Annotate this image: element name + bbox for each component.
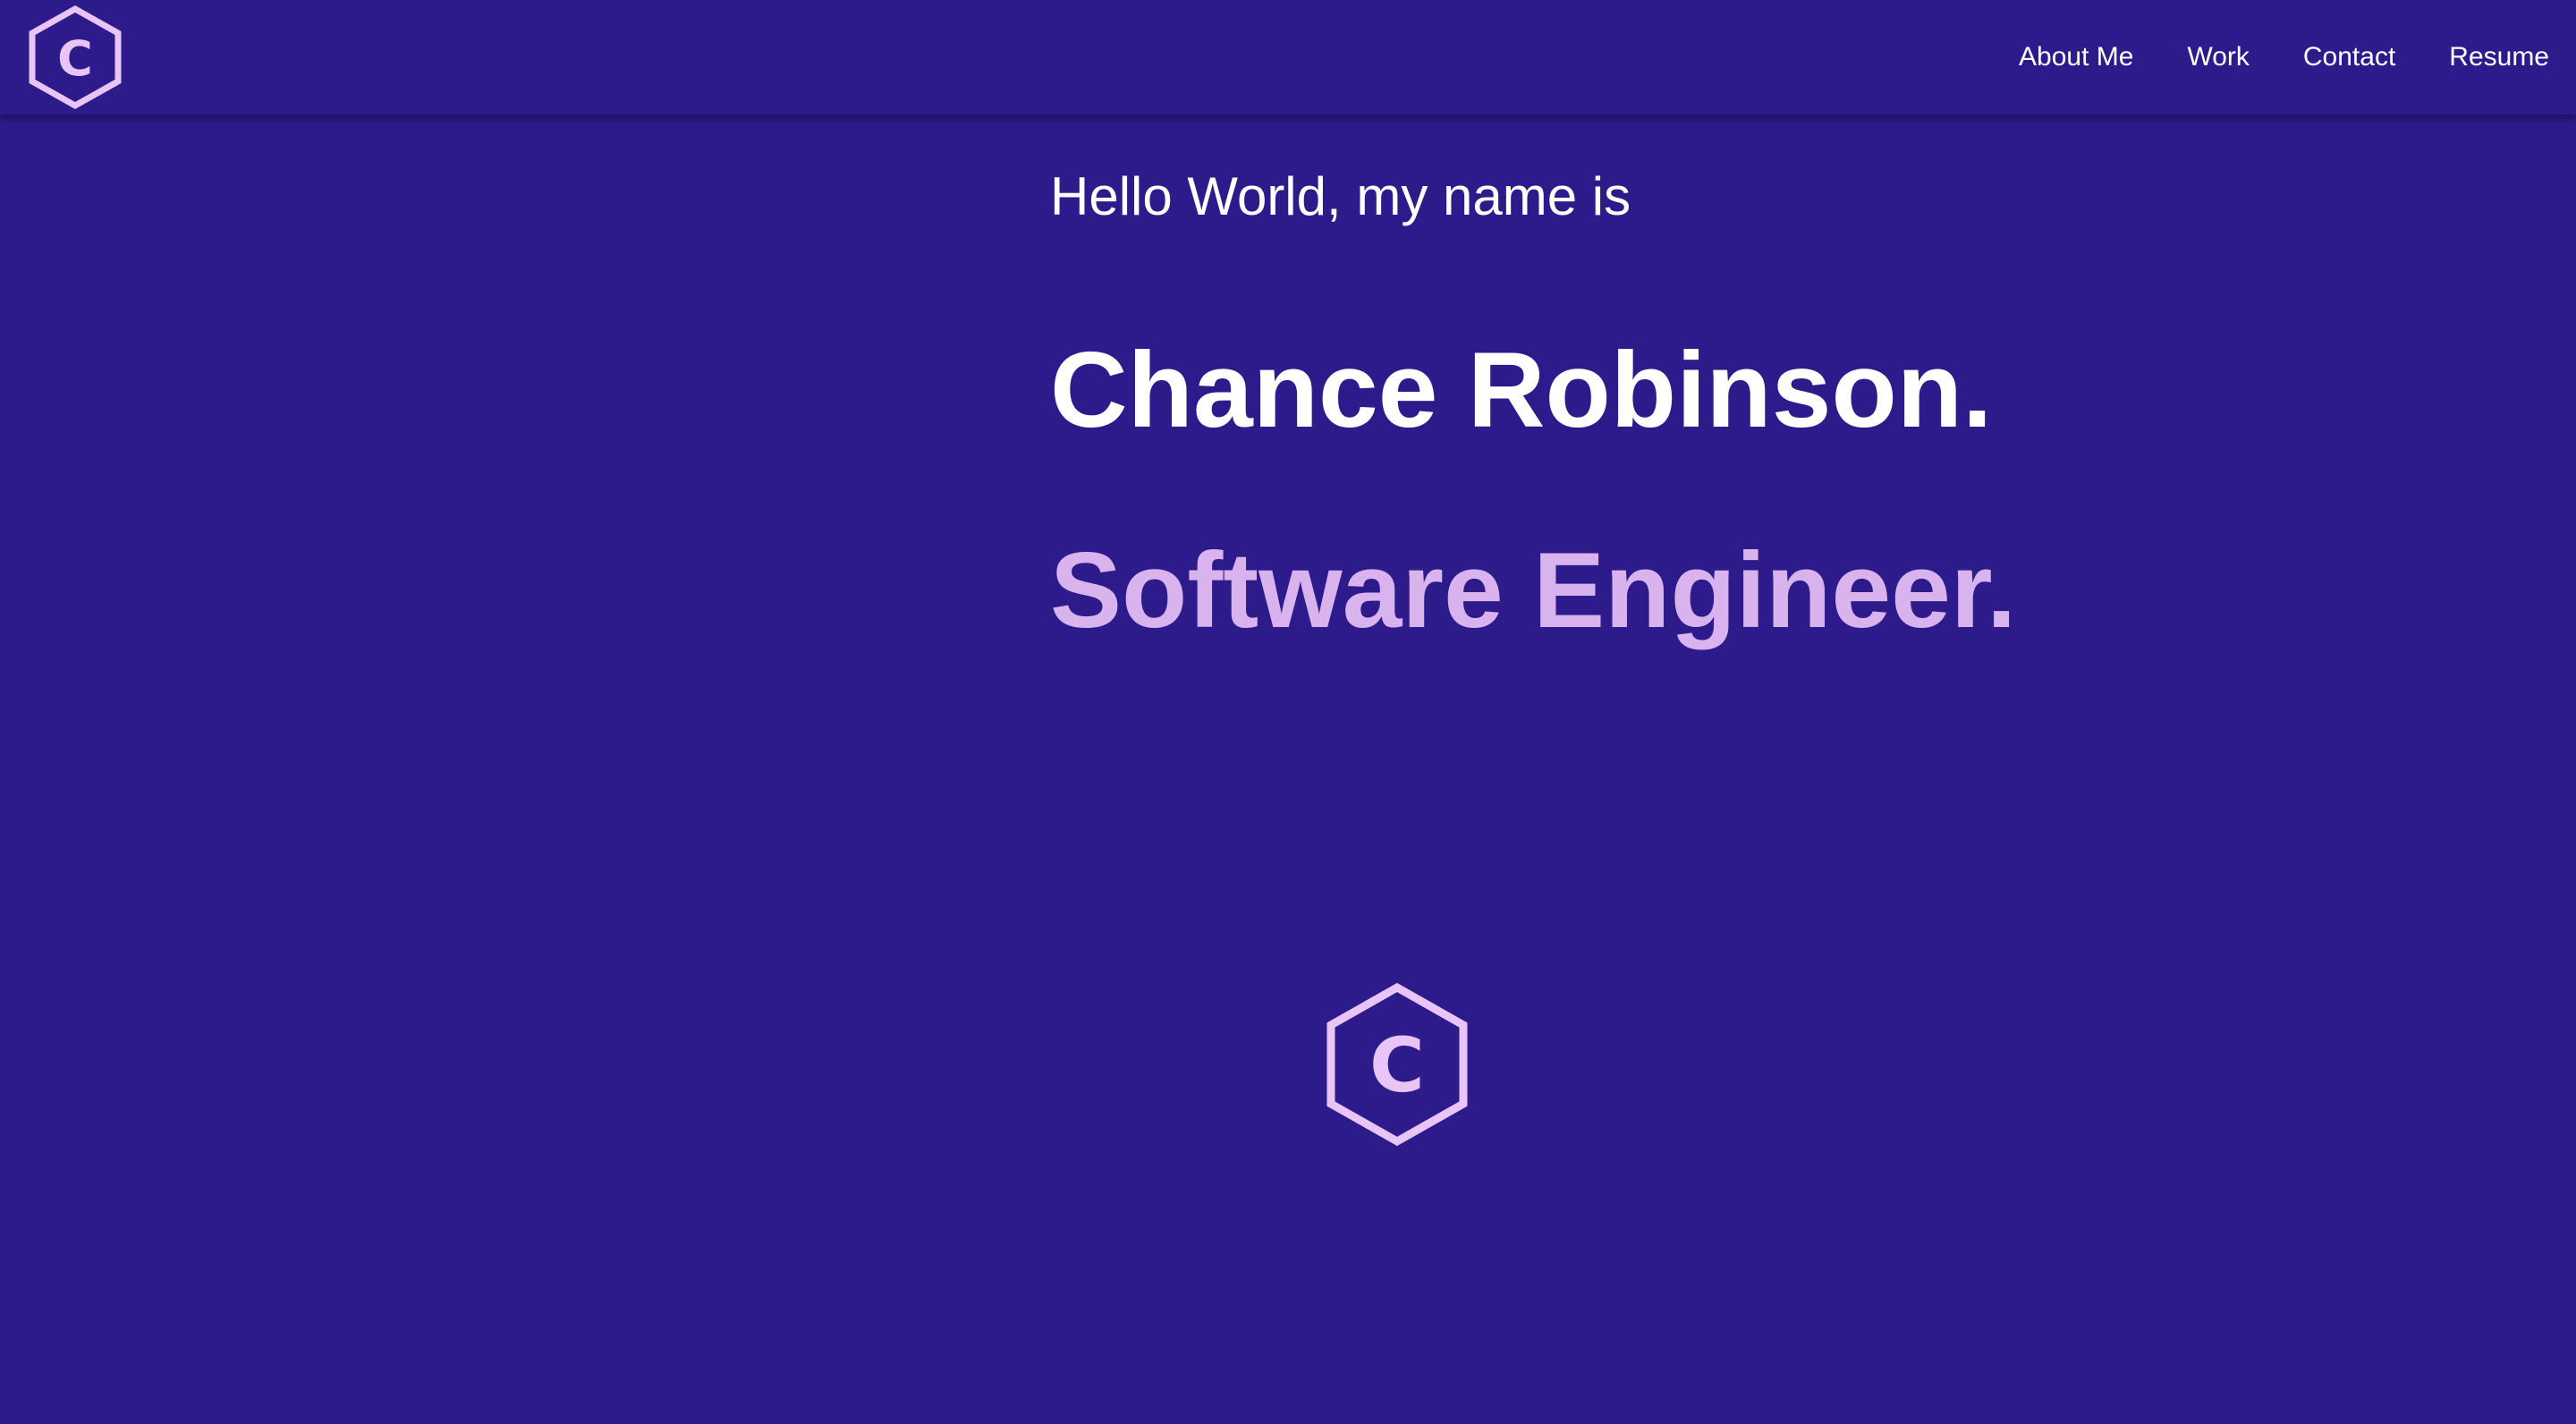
hero-greeting: Hello World, my name is bbox=[1050, 166, 1631, 226]
hero-role: Software Engineer. bbox=[1050, 530, 2017, 650]
logo-icon[interactable]: C bbox=[25, 4, 125, 111]
portfolio-page: C About Me Work Contact Resume Hello Wor… bbox=[0, 0, 2576, 1424]
center-logo-letter: C bbox=[1369, 1021, 1425, 1109]
nav-link-resume[interactable]: Resume bbox=[2449, 42, 2549, 72]
center-logo-icon: C bbox=[1326, 982, 1468, 1147]
nav-link-work[interactable]: Work bbox=[2187, 42, 2249, 72]
navbar: C About Me Work Contact Resume bbox=[0, 0, 2576, 114]
hero-name: Chance Robinson. bbox=[1050, 330, 1993, 450]
nav-links: About Me Work Contact Resume bbox=[2019, 0, 2549, 114]
hero-section: Hello World, my name is Chance Robinson.… bbox=[1050, 166, 2016, 645]
nav-link-contact[interactable]: Contact bbox=[2303, 42, 2395, 72]
logo-letter: C bbox=[57, 30, 93, 87]
nav-link-about-me[interactable]: About Me bbox=[2019, 42, 2133, 72]
